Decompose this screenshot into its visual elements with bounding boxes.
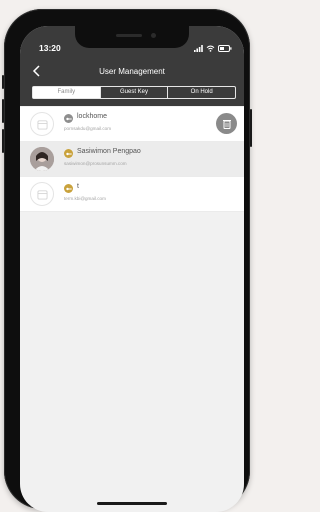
delete-user-button[interactable] [216,113,237,134]
user-list: lockhome pornsakdu@gmail.com Sasiwimon P… [20,107,244,212]
status-icons [194,43,232,53]
avatar-photo [30,147,54,171]
key-badge [64,184,73,193]
key-icon [65,187,72,190]
key-icon [65,117,72,120]
phone-frame: 13:20 User Management Family Guest Key O… [2,9,252,512]
user-name: t [77,183,79,190]
user-name: Sasiwimon Pengpao [77,148,141,155]
volume-down-button [2,129,4,153]
calendar-placeholder-icon [36,189,48,200]
status-time: 13:20 [39,43,61,53]
calendar-placeholder-icon [36,119,48,130]
tab-on-hold[interactable]: On Hold [168,87,235,98]
key-badge [64,114,73,123]
user-email: sasiwimon@prosunsumm.com [64,161,127,166]
user-photo [30,147,54,171]
user-email: term.kbi@gmail.com [64,196,106,201]
user-row[interactable]: t term.kbi@gmail.com [20,177,244,212]
tab-family[interactable]: Family [33,87,101,98]
user-name: lockhome [77,113,107,120]
key-badge [64,149,73,158]
avatar-placeholder [30,182,54,206]
wifi-icon [206,45,215,52]
user-email: pornsakdu@gmail.com [64,126,112,131]
power-button [250,109,252,147]
avatar-placeholder [30,112,54,136]
app-header: 13:20 User Management Family Guest Key O… [20,26,244,106]
user-row[interactable]: lockhome pornsakdu@gmail.com [20,107,244,142]
app-screen: 13:20 User Management Family Guest Key O… [20,26,244,512]
front-camera [151,33,156,38]
tab-guest-key[interactable]: Guest Key [101,87,169,98]
segmented-tabs: Family Guest Key On Hold [32,86,236,99]
volume-up-button [2,99,4,123]
key-icon [65,152,72,155]
notch [75,26,189,48]
battery-icon [218,44,232,52]
mute-switch [2,75,4,89]
signal-icon [194,44,203,52]
home-indicator[interactable] [97,502,167,505]
trash-icon [222,119,231,129]
speaker [116,34,142,37]
page-title: User Management [99,67,165,76]
user-row[interactable]: Sasiwimon Pengpao sasiwimon@prosunsumm.c… [20,142,244,177]
